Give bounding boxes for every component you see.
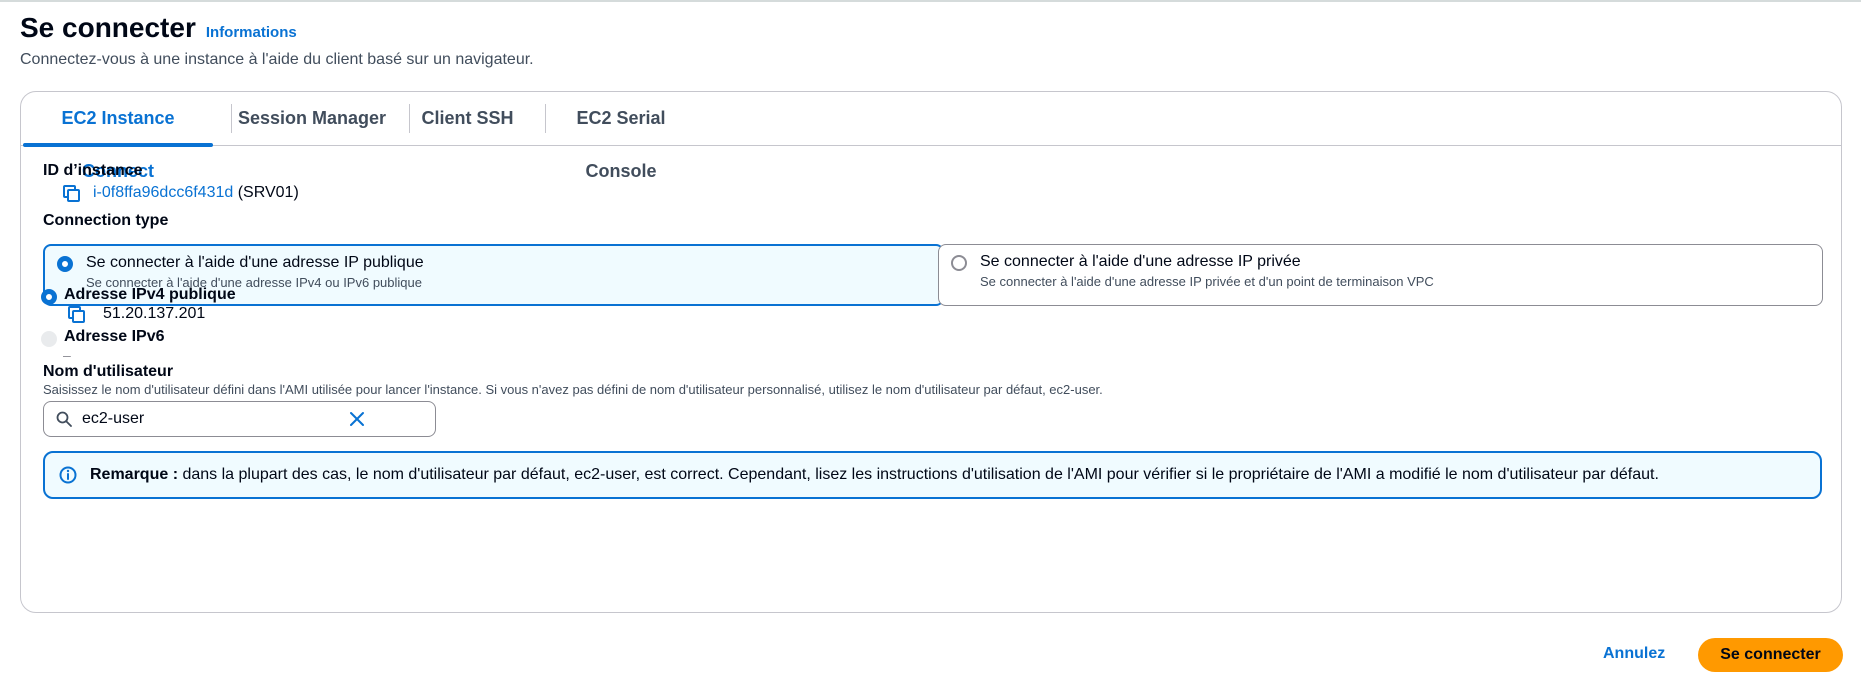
connection-option-private-ip[interactable]: Se connecter à l'aide d'une adresse IP p… [938,244,1823,306]
top-divider [0,0,1861,2]
username-label: Nom d'utilisateur [43,363,174,380]
instance-id-link[interactable]: i-0f8ffa96dcc6f431d [93,184,233,201]
info-icon [59,466,77,484]
connection-type-label: Connection type [43,212,169,229]
tab-list: EC2 Instance Connect Session Manager Cli… [21,92,1841,181]
ipv4-label: Adresse IPv4 publique [64,286,236,303]
tab-client-ssh[interactable]: Client SSH [410,92,525,145]
info-link[interactable]: Informations [206,24,297,41]
copy-icon[interactable] [68,306,86,324]
ipv4-radio[interactable] [41,289,57,305]
search-icon [56,411,72,427]
instance-id: i-0f8ffa96dcc6f431d (SRV01) [93,184,299,202]
instance-name: (SRV01) [237,184,299,201]
option-description: Se connecter à l'aide d'une adresse IP p… [980,274,1434,289]
cancel-button[interactable]: Annulez [1603,645,1665,663]
username-input[interactable] [82,408,382,430]
option-title: Se connecter à l'aide d'une adresse IP p… [980,253,1301,270]
ipv4-value: 51.20.137.201 [103,305,206,322]
ipv6-label: Adresse IPv6 [64,328,165,345]
tab-session-manager[interactable]: Session Manager [232,92,392,145]
page-title: Se connecter [20,12,196,43]
page-header: Se connecter Informations [20,12,297,44]
alert-message: dans la plupart des cas, le nom d'utilis… [178,466,1659,483]
ipv6-value: – [63,347,71,363]
option-title: Se connecter à l'aide d'une adresse IP p… [86,254,424,271]
close-icon[interactable] [349,411,365,427]
copy-icon[interactable] [63,185,81,203]
connect-panel: EC2 Instance Connect Session Manager Cli… [20,91,1842,613]
tab-ec2-instance-connect[interactable]: EC2 Instance Connect [23,92,213,181]
username-description: Saisissez le nom d'utilisateur défini da… [43,382,1103,397]
ipv6-radio [41,331,57,347]
info-alert: Remarque : dans la plupart des cas, le n… [43,451,1822,499]
alert-text: Remarque : dans la plupart des cas, le n… [90,466,1659,484]
tab-ec2-serial-console[interactable]: EC2 Serial Console [546,92,696,181]
username-field[interactable] [43,401,436,437]
alert-bold: Remarque : [90,466,179,483]
radio-button-selected[interactable] [57,256,73,272]
connect-button[interactable]: Se connecter [1698,638,1843,672]
instance-id-label: ID d’instance [43,162,143,179]
page-description: Connectez-vous à une instance à l'aide d… [20,51,534,68]
radio-button[interactable] [951,255,967,271]
